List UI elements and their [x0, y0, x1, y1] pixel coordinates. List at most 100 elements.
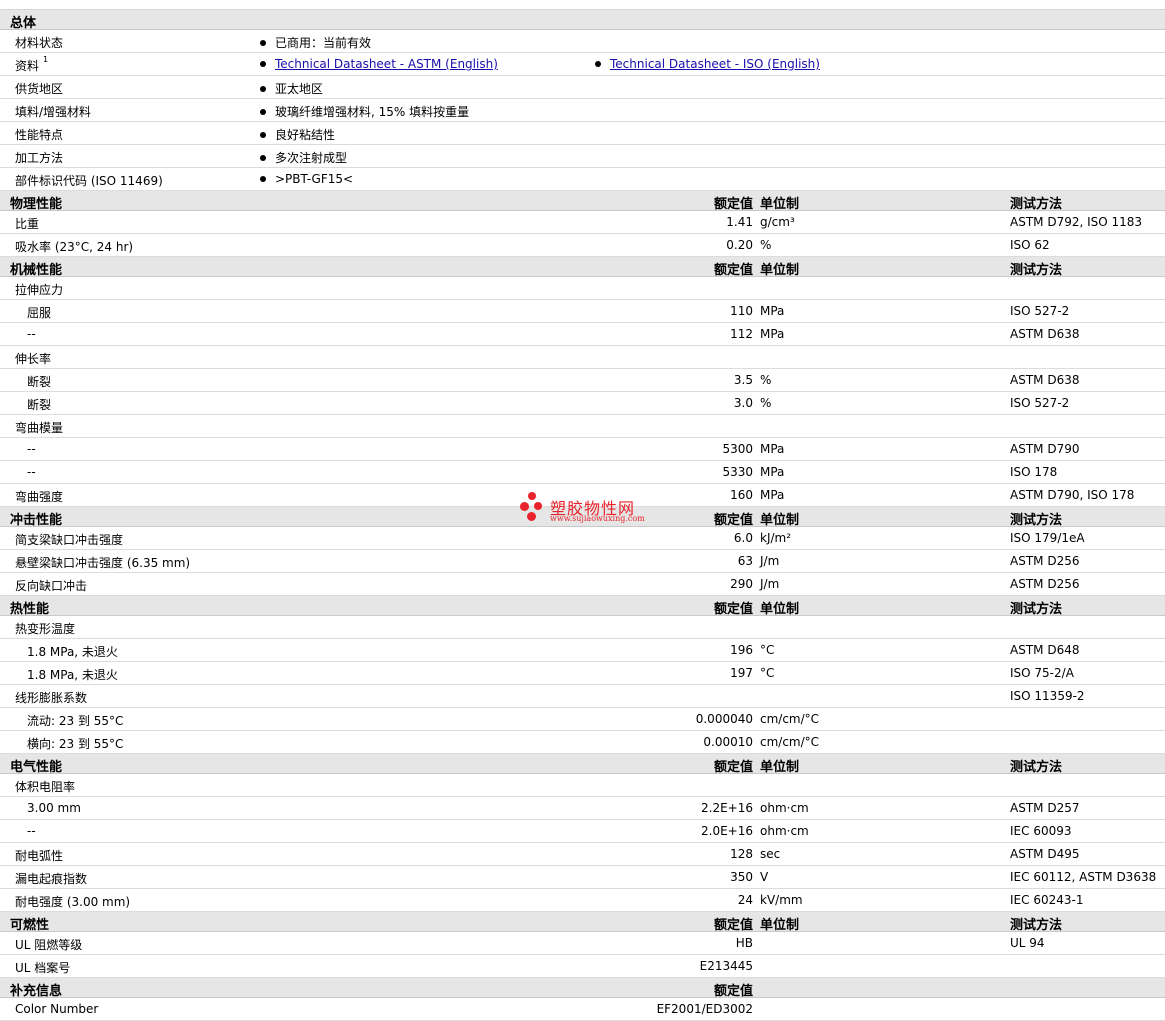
- property-unit: V: [760, 870, 769, 884]
- property-unit: MPa: [760, 442, 785, 456]
- column-header-test: 测试方法: [1010, 263, 1063, 278]
- property-unit: %: [760, 373, 772, 387]
- property-unit: kJ/m²: [760, 531, 792, 545]
- property-label: 拉伸应力: [15, 283, 64, 297]
- property-label: UL 档案号: [15, 961, 71, 975]
- column-header-test: 测试方法: [1010, 918, 1063, 933]
- property-unit: J/m: [760, 554, 780, 568]
- property-value: 128: [730, 847, 753, 861]
- bullet-item: 玻璃纤维增强材料, 15% 填料按重量: [260, 103, 469, 120]
- row-label: 资料: [15, 59, 40, 73]
- property-value: HB: [735, 936, 753, 950]
- test-method: ASTM D256: [1010, 554, 1080, 568]
- column-header-test: 测试方法: [1010, 760, 1063, 775]
- property-row: 3.00 mm 2.2E+16 ohm·cm ASTM D257: [0, 797, 1165, 820]
- property-label: 弯曲强度: [15, 490, 64, 504]
- property-unit: J/m: [760, 577, 780, 591]
- general-row: 材料状态 已商用：当前有效: [0, 30, 1165, 53]
- property-unit: MPa: [760, 304, 785, 318]
- row-label: 供货地区: [15, 82, 64, 96]
- property-value: 197: [730, 666, 753, 680]
- section-title: 总体: [10, 16, 37, 31]
- property-row: 拉伸应力: [0, 277, 1165, 300]
- test-method: ASTM D638: [1010, 327, 1080, 341]
- property-unit: kV/mm: [760, 893, 803, 907]
- property-unit: MPa: [760, 488, 785, 502]
- general-row: 加工方法 多次注射成型: [0, 145, 1165, 168]
- astm-datasheet-link[interactable]: Technical Datasheet - ASTM (English): [275, 57, 498, 71]
- property-label: 1.8 MPa, 未退火: [27, 645, 118, 659]
- property-value: 0.00010: [703, 735, 753, 749]
- column-header-value: 额定值: [713, 602, 753, 617]
- property-label: 耐电弧性: [15, 849, 64, 863]
- row-label: 性能特点: [15, 128, 64, 142]
- property-value: 112: [730, 327, 753, 341]
- property-label: 流动: 23 到 55°C: [27, 714, 124, 728]
- section-header-general: 总体: [0, 10, 1165, 31]
- property-label: 简支梁缺口冲击强度: [15, 533, 124, 547]
- general-row: 资料 1 Technical Datasheet - ASTM (English) T…: [0, 53, 1165, 76]
- property-label: 线形膨胀系数: [15, 691, 88, 705]
- column-header-test: 测试方法: [1010, 602, 1063, 617]
- iso-datasheet-link[interactable]: Technical Datasheet - ISO (English): [610, 57, 820, 71]
- section-header: 物理性能 额定值 单位制 测试方法: [0, 191, 1165, 212]
- property-value: E213445: [699, 959, 753, 973]
- property-unit: MPa: [760, 327, 785, 341]
- property-unit: cm/cm/°C: [760, 735, 820, 749]
- bullet-icon: [260, 85, 266, 92]
- test-method: ISO 527-2: [1010, 304, 1070, 318]
- bullet-icon: [260, 60, 266, 67]
- column-header-value: 额定值: [713, 760, 753, 775]
- property-row: UL 阻燃等级 HB UL 94: [0, 932, 1165, 955]
- column-header-unit: 单位制: [760, 263, 800, 278]
- property-label: 弯曲模量: [15, 421, 64, 435]
- general-row: 性能特点 良好粘结性: [0, 122, 1165, 145]
- row-label: 材料状态: [15, 36, 64, 50]
- watermark-logo-icon: [528, 492, 536, 500]
- watermark-url: www.sujiaowuxing.com: [550, 514, 645, 523]
- property-value: 3.5: [733, 373, 753, 387]
- bullet-text: >PBT-GF15<: [275, 172, 354, 186]
- test-method: ISO 527-2: [1010, 396, 1070, 410]
- section-title: 冲击性能: [10, 513, 63, 528]
- property-label: 横向: 23 到 55°C: [27, 737, 124, 751]
- test-method: ASTM D790: [1010, 442, 1080, 456]
- general-row: 填料/增强材料 玻璃纤维增强材料, 15% 填料按重量: [0, 99, 1165, 122]
- bullet-item: 多次注射成型: [260, 149, 347, 166]
- property-unit: g/cm³: [760, 215, 795, 229]
- test-method: IEC 60093: [1010, 824, 1072, 838]
- property-row: 比重 1.41 g/cm³ ASTM D792, ISO 1183: [0, 211, 1165, 234]
- property-label: 比重: [15, 217, 40, 231]
- property-label: 3.00 mm: [27, 801, 81, 815]
- property-row: 吸水率 (23°C, 24 hr) 0.20% ISO 62: [0, 234, 1165, 257]
- bullet-text: 良好粘结性: [275, 128, 336, 142]
- property-label: --: [27, 824, 36, 838]
- watermark-dot: [520, 502, 529, 511]
- bullet-icon: [260, 39, 266, 46]
- property-row: -- 2.0E+16 ohm·cm IEC 60093: [0, 820, 1165, 843]
- column-header-value: 额定值: [713, 918, 753, 933]
- column-header-unit: 单位制: [760, 513, 800, 528]
- property-row: 屈服 110 MPa ISO 527-2: [0, 300, 1165, 323]
- top-border: [0, 0, 1165, 10]
- test-method: ASTM D648: [1010, 643, 1080, 657]
- property-value: 2.0E+16: [701, 824, 753, 838]
- link-item: Technical Datasheet - ASTM (English): [260, 57, 498, 71]
- section-title: 机械性能: [10, 263, 63, 278]
- property-label: 吸水率 (23°C, 24 hr): [15, 240, 134, 254]
- property-label: 伸长率: [15, 352, 52, 366]
- property-value: EF2001/ED3002: [656, 1002, 753, 1016]
- row-label: 部件标识代码 (ISO 11469): [15, 174, 163, 188]
- property-label: 体积电阻率: [15, 780, 76, 794]
- property-value: 0.000040: [695, 712, 753, 726]
- property-value: 5330: [722, 465, 753, 479]
- property-row: 断裂 3.5% ASTM D638: [0, 369, 1165, 392]
- property-row: 1.8 MPa, 未退火 197 °C ISO 75-2/A: [0, 662, 1165, 685]
- test-method: ISO 62: [1010, 238, 1050, 252]
- watermark: 塑胶物性网 www.sujiaowuxing.com: [518, 492, 658, 528]
- property-unit: °C: [760, 643, 775, 657]
- property-unit: sec: [760, 847, 781, 861]
- section-header: 补充信息 额定值: [0, 978, 1165, 999]
- property-label: 耐电强度 (3.00 mm): [15, 895, 131, 909]
- bullet-icon: [260, 131, 266, 138]
